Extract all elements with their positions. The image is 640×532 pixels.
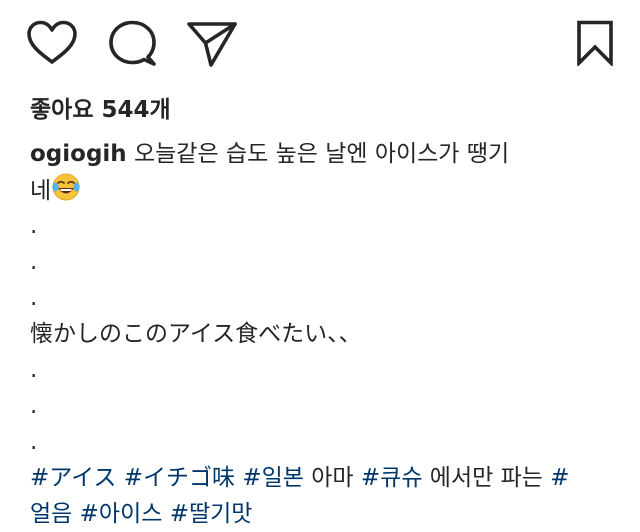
likes-count: 544개	[101, 97, 171, 123]
caption-line-2: 네	[30, 172, 615, 208]
likes-label: 좋아요	[30, 97, 94, 123]
hashtag-link[interactable]: #アイス	[30, 465, 116, 491]
laughing-crying-emoji-icon	[51, 172, 81, 202]
caption-space	[72, 501, 79, 527]
username-link[interactable]: ogiogih	[30, 141, 127, 167]
comment-icon[interactable]	[108, 20, 158, 68]
caption-plain-text: 아마	[303, 465, 361, 491]
hashtag-line-2: 얼음 #아이스 #딸기맛	[30, 496, 615, 532]
post-action-bar	[0, 20, 640, 70]
hashtag-line-1: #アイス #イチゴ味 #일본 아마 #큐슈 에서만 파는 #	[30, 460, 615, 496]
caption-dot: .	[30, 213, 38, 239]
caption-space	[116, 465, 123, 491]
hashtag-link[interactable]: 얼음	[30, 501, 72, 527]
caption-dot: .	[30, 357, 38, 383]
post-caption: ogiogih 오늘같은 습도 높은 날엔 아이스가 땡기 네 . . . 懐か…	[30, 136, 615, 532]
caption-dot: .	[30, 393, 38, 419]
hashtag-link[interactable]: #아이스	[80, 501, 163, 527]
heart-icon[interactable]	[26, 20, 78, 66]
caption-space	[162, 501, 169, 527]
caption-text-continued: 네	[30, 178, 52, 204]
caption-dot: .	[30, 249, 38, 275]
hashtag-link[interactable]: #イチゴ味	[124, 465, 235, 491]
caption-text: 오늘같은 습도 높은 날엔 아이스가 땡기	[126, 141, 510, 167]
hashtag-link[interactable]: #	[550, 465, 569, 491]
caption-japanese-text: 懐かしのこのアイス食べたい、、	[30, 321, 362, 347]
hashtag-link[interactable]: #일본	[242, 465, 304, 491]
caption-plain-text: 에서만 파는	[422, 465, 551, 491]
share-icon[interactable]	[186, 20, 238, 68]
caption-line-1: ogiogih 오늘같은 습도 높은 날엔 아이스가 땡기	[30, 136, 615, 172]
caption-dot: .	[30, 429, 38, 455]
bookmark-icon[interactable]	[576, 20, 614, 66]
caption-dot: .	[30, 285, 38, 311]
hashtag-link[interactable]: #딸기맛	[170, 501, 253, 527]
like-count[interactable]: 좋아요 544개	[30, 90, 171, 124]
hashtag-link[interactable]: #큐슈	[361, 465, 423, 491]
